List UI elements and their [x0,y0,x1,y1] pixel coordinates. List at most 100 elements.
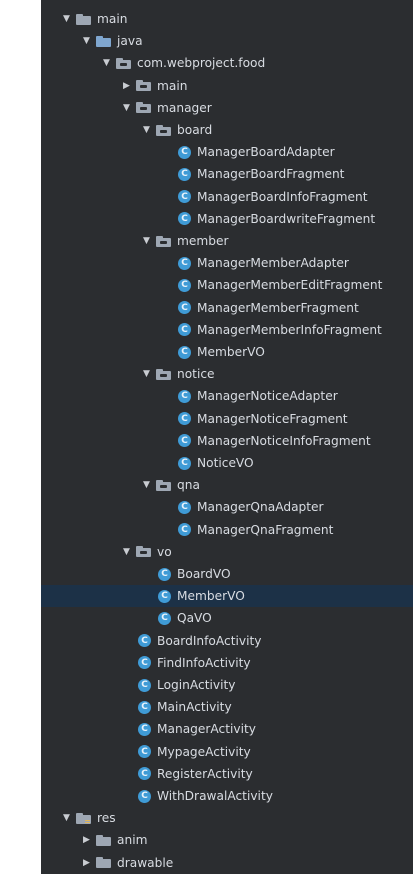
tree-row-label: QaVO [177,611,212,626]
package-icon [136,102,152,114]
tree-row-membervo[interactable]: C MemberVO [41,585,413,608]
tree-row-managernoticeadapter[interactable]: C ManagerNoticeAdapter [41,385,413,407]
tree-row-membervo[interactable]: C MemberVO [41,341,413,363]
tree-row-boardvo[interactable]: C BoardVO [41,563,413,585]
class-icon: C [138,789,151,803]
chevron-down-icon[interactable]: ▼ [143,125,156,135]
tree-row-managerqnaadapter[interactable]: C ManagerQnaAdapter [41,496,413,518]
tree-row-managerqnafragment[interactable]: C ManagerQnaFragment [41,519,413,541]
package-icon [156,235,172,247]
tree-row-label: ManagerActivity [157,722,256,737]
class-icon: C [178,412,191,426]
tree-row-label: NoticeVO [197,456,254,470]
chevron-down-icon[interactable]: ▼ [123,547,136,557]
package-icon [156,368,172,380]
tree-row-main[interactable]: ▼ main [41,8,413,30]
chevron-down-icon[interactable]: ▼ [143,369,156,379]
tree-row-loginactivity[interactable]: C LoginActivity [41,674,413,696]
tree-row-boardinfoactivity[interactable]: C BoardInfoActivity [41,630,413,652]
tree-row-findinfoactivity[interactable]: C FindInfoActivity [41,652,413,674]
tree-row-label: WithDrawalActivity [157,789,273,803]
tree-row-label: ManagerNoticeInfoFragment [197,433,371,448]
tree-row-notice[interactable]: ▼ notice [41,363,413,385]
class-icon: C [178,212,191,226]
tree-row-managernoticeinfofragment[interactable]: C ManagerNoticeInfoFragment [41,430,413,452]
tree-row-label: ManagerMemberEditFragment [197,278,383,293]
folder-icon [96,35,112,47]
tree-row-label: MemberVO [177,589,245,604]
class-icon: C [158,567,171,581]
chevron-down-icon[interactable]: ▼ [143,236,156,246]
class-icon: C [138,722,151,736]
tree-row-managermemberinfofragment[interactable]: C ManagerMemberInfoFragment [41,319,413,341]
tree-row-member[interactable]: ▼ member [41,230,413,252]
tree-row-noticevo[interactable]: C NoticeVO [41,452,413,474]
tree-row-label: ManagerBoardInfoFragment [197,189,368,204]
folder-icon [96,857,112,869]
tree-row-label: LoginActivity [157,678,236,692]
chevron-right-icon[interactable]: ▶ [83,835,96,845]
folder-icon [76,13,92,25]
class-icon: C [158,589,171,603]
tree-row-vo[interactable]: ▼ vo [41,541,413,563]
tree-row-managerboardfragment[interactable]: C ManagerBoardFragment [41,163,413,185]
chevron-right-icon[interactable]: ▶ [123,81,136,91]
tree-row-label: vo [157,544,172,559]
tree-row-drawable[interactable]: ▶ drawable [41,852,413,874]
tree-row-label: manager [157,100,212,115]
chevron-right-icon[interactable]: ▶ [83,858,96,868]
tree-row-qna[interactable]: ▼ qna [41,474,413,496]
tree-row-label: ManagerBoardAdapter [197,145,335,160]
tree-row-managermemberfragment[interactable]: C ManagerMemberFragment [41,297,413,319]
tree-row-managerboardadapter[interactable]: C ManagerBoardAdapter [41,141,413,163]
tree-row-label: ManagerQnaFragment [197,522,334,537]
chevron-down-icon[interactable]: ▼ [143,480,156,490]
tree-row-label: notice [177,367,215,382]
chevron-down-icon[interactable]: ▼ [83,36,96,46]
tree-row-label: ManagerQnaAdapter [197,500,324,515]
package-icon [136,546,152,558]
tree-row-label: ManagerMemberAdapter [197,256,349,271]
tree-row-label: MainActivity [157,700,232,715]
class-icon: C [178,500,191,514]
tree-row-label: MypageActivity [157,744,251,759]
package-icon [156,479,172,491]
tree-row-label: board [177,123,213,137]
tree-row-manager[interactable]: ▼ manager [41,97,413,119]
tree-row-label: BoardInfoActivity [157,633,262,648]
tree-row-mainactivity[interactable]: C MainActivity [41,696,413,718]
tree-row-label: main [97,12,128,26]
tree-row-label: ManagerMemberInfoFragment [197,322,382,337]
tree-row-managerboardinfofragment[interactable]: C ManagerBoardInfoFragment [41,186,413,208]
tree-row-label: MemberVO [197,345,265,359]
tree-row-managermemberadapter[interactable]: C ManagerMemberAdapter [41,252,413,274]
tree-row-label: res [97,811,116,826]
tree-row-mypageactivity[interactable]: C MypageActivity [41,741,413,763]
tree-row-java[interactable]: ▼ java [41,30,413,52]
class-icon: C [138,745,151,759]
chevron-down-icon[interactable]: ▼ [63,813,76,823]
tree-row-withdrawalactivity[interactable]: C WithDrawalActivity [41,785,413,807]
tree-row-res[interactable]: ▼ res [41,807,413,829]
tree-row-label: ManagerNoticeFragment [197,411,348,426]
tree-row-managerboardwritefragment[interactable]: C ManagerBoardwriteFragment [41,208,413,230]
tree-row-managernoticefragment[interactable]: C ManagerNoticeFragment [41,408,413,430]
chevron-down-icon[interactable]: ▼ [63,14,76,24]
chevron-down-icon[interactable]: ▼ [103,58,116,68]
chevron-down-icon[interactable]: ▼ [123,103,136,113]
tree-row-registeractivity[interactable]: C RegisterActivity [41,763,413,785]
class-icon: C [138,767,151,781]
tree-row-manageractivity[interactable]: C ManagerActivity [41,718,413,740]
tree-row-label: com.webproject.food [137,56,266,71]
tree-row-main[interactable]: ▶ main [41,75,413,97]
tree-row-managermembereditfragment[interactable]: C ManagerMemberEditFragment [41,274,413,296]
folder-icon [76,812,92,824]
tree-row-com.webproject.food[interactable]: ▼ com.webproject.food [41,52,413,74]
tree-row-label: RegisterActivity [157,766,253,781]
tree-row-qavo[interactable]: C QaVO [41,607,413,629]
tree-row-anim[interactable]: ▶ anim [41,829,413,851]
tree-row-label: BoardVO [177,567,231,581]
tree-row-board[interactable]: ▼ board [41,119,413,141]
package-icon [136,80,152,92]
tree-row-label: FindInfoActivity [157,655,251,670]
